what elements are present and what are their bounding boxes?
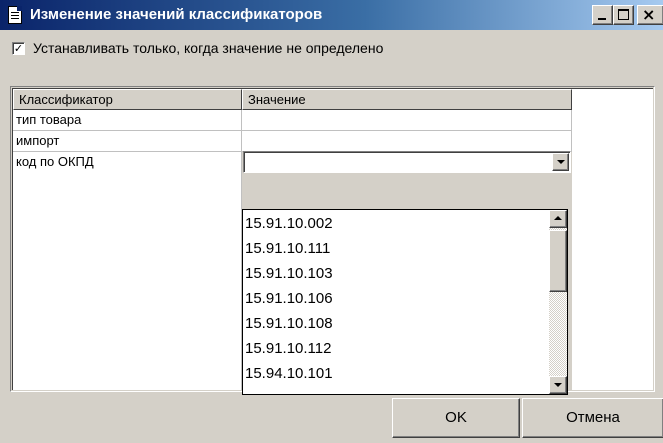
only-when-undefined-option[interactable]: ✓ Устанавливать только, когда значение н… <box>12 38 383 58</box>
scroll-down-button[interactable] <box>549 376 567 394</box>
arrow-down-icon <box>554 383 562 387</box>
scroll-up-button[interactable] <box>549 210 567 228</box>
combobox-dropdown-button[interactable] <box>552 153 569 171</box>
maximize-icon <box>618 9 629 20</box>
grid-cell-value[interactable] <box>242 131 572 152</box>
only-when-undefined-label: Устанавливать только, когда значение не … <box>33 40 384 56</box>
title-bar[interactable]: Изменение значений классификаторов × <box>0 0 663 30</box>
cancel-button[interactable]: Отмена <box>522 398 663 438</box>
document-icon <box>8 6 22 24</box>
minimize-icon <box>598 18 606 20</box>
ok-button[interactable]: OK <box>392 398 520 438</box>
okpd-dropdown-list[interactable]: 15.91.10.002 15.91.10.111 15.91.10.103 1… <box>242 209 568 395</box>
dropdown-option[interactable]: 15.91.10.108 <box>245 311 333 336</box>
window-title: Изменение значений классификаторов <box>30 6 323 23</box>
close-icon: × <box>642 5 656 24</box>
header-blank-area <box>572 89 653 110</box>
grid-cell-classifier[interactable]: код по ОКПД <box>13 152 242 173</box>
dropdown-option[interactable]: 15.91.10.103 <box>245 261 333 286</box>
dropdown-option[interactable]: 15.94.10.101 <box>245 361 333 386</box>
dropdown-option[interactable]: 15.91.10.106 <box>245 286 333 311</box>
okpd-value-combobox[interactable] <box>243 151 571 173</box>
grid-cell-classifier[interactable]: тип товара <box>13 110 242 131</box>
grid-cell-value[interactable] <box>242 110 572 131</box>
maximize-button[interactable] <box>613 5 634 25</box>
dropdown-scrollbar[interactable] <box>549 210 567 394</box>
dropdown-option[interactable]: 15.91.10.111 <box>245 236 330 261</box>
column-header-value[interactable]: Значение <box>242 89 572 110</box>
minimize-button[interactable] <box>592 5 613 25</box>
arrow-up-icon <box>554 216 562 220</box>
dropdown-option[interactable]: 15.91.10.112 <box>245 336 331 361</box>
grid-empty-area <box>572 110 653 390</box>
column-header-classifier[interactable]: Классификатор <box>13 89 242 110</box>
scroll-thumb[interactable] <box>549 230 567 292</box>
only-when-undefined-checkbox[interactable]: ✓ <box>12 41 25 55</box>
chevron-down-icon <box>557 160 565 164</box>
dropdown-option[interactable]: 15.91.10.002 <box>245 211 333 236</box>
grid-cell-classifier[interactable]: импорт <box>13 131 242 152</box>
close-button[interactable]: × <box>637 5 663 25</box>
